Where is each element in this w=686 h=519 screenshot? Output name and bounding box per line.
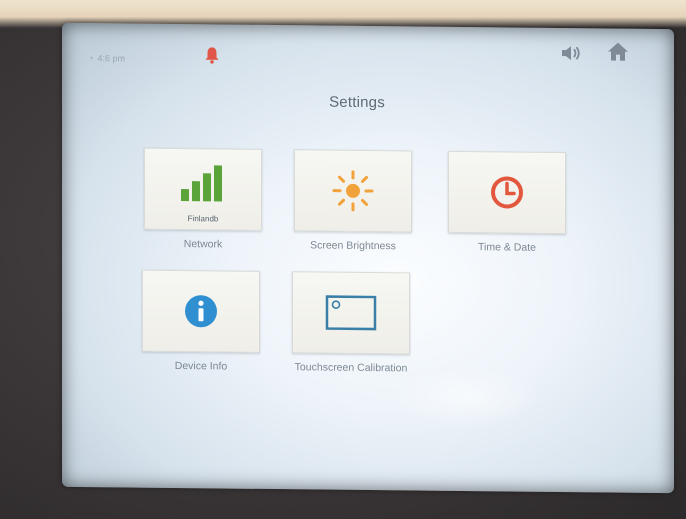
- device-info-tile[interactable]: Device Info: [142, 269, 260, 373]
- home-icon[interactable]: [606, 40, 630, 62]
- screen-glare: [392, 366, 542, 428]
- info-icon: [185, 295, 217, 328]
- clock-small-icon: ◔: [88, 53, 94, 64]
- time-date-button[interactable]: [448, 150, 566, 235]
- touchscreen-calibration-label: Touchscreen Calibration: [294, 361, 408, 375]
- speaker-icon[interactable]: [560, 44, 582, 62]
- device-info-button[interactable]: [142, 269, 260, 353]
- clock-icon: [491, 176, 523, 209]
- page-title: Settings: [329, 93, 385, 112]
- status-time: ◔ 4:6 pm: [88, 53, 125, 63]
- screen-brightness-tile[interactable]: Screen Brightness: [294, 149, 412, 252]
- network-button[interactable]: Finlandb: [144, 147, 262, 231]
- screen: ◔ 4:6 pm Settings Finlandb Network Scree…: [62, 22, 674, 494]
- touchscreen-calibration-tile[interactable]: Touchscreen Calibration: [292, 271, 410, 374]
- bell-icon[interactable]: [204, 46, 220, 64]
- network-label: Network: [183, 238, 223, 251]
- sun-icon: [332, 170, 374, 212]
- time-date-tile[interactable]: Time & Date: [448, 150, 566, 254]
- signal-bars-icon: [181, 164, 222, 202]
- screen-brightness-button[interactable]: [294, 149, 412, 233]
- screen-brightness-label: Screen Brightness: [310, 239, 396, 253]
- network-tile[interactable]: Finlandb Network: [144, 147, 262, 251]
- network-name: Finlandb: [187, 214, 219, 224]
- screen-calibration-icon: [325, 295, 377, 331]
- touchscreen-calibration-button[interactable]: [292, 271, 410, 355]
- device-info-label: Device Info: [174, 359, 228, 373]
- status-time-text: 4:6 pm: [97, 53, 125, 64]
- time-date-label: Time & Date: [478, 241, 536, 254]
